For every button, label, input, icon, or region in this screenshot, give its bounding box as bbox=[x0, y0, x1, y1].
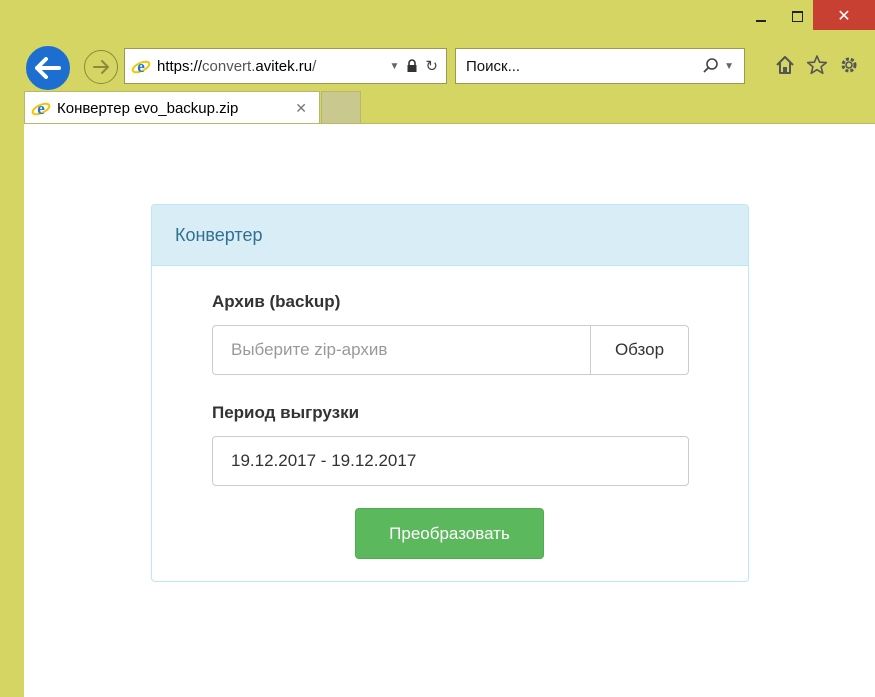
home-icon bbox=[776, 56, 794, 74]
address-dropdown-icon[interactable]: ▼ bbox=[390, 61, 400, 72]
page-content: Конвертер Архив (backup) Выберите zip-ар… bbox=[24, 123, 875, 697]
tab-converter[interactable]: e Конвертер evo_backup.zip ✕ bbox=[24, 91, 320, 124]
ie-favicon-icon: e bbox=[31, 99, 51, 118]
back-arrow-icon bbox=[35, 57, 61, 79]
url-path: / bbox=[312, 57, 317, 75]
forward-arrow-icon bbox=[93, 60, 109, 74]
convert-button[interactable]: Преобразовать bbox=[355, 508, 544, 559]
svg-text:e: e bbox=[137, 57, 145, 76]
favorites-button[interactable] bbox=[804, 52, 830, 78]
search-icon[interactable] bbox=[702, 57, 720, 75]
period-input[interactable]: 19.12.2017 - 19.12.2017 bbox=[212, 436, 689, 486]
archive-label: Архив (backup) bbox=[212, 292, 341, 311]
search-dropdown-icon[interactable]: ▼ bbox=[724, 61, 734, 72]
search-placeholder: Поиск... bbox=[466, 57, 521, 75]
url-subdomain: convert. bbox=[202, 57, 256, 75]
archive-file-input[interactable]: Выберите zip-архив bbox=[212, 325, 590, 375]
maximize-icon bbox=[791, 10, 803, 22]
converter-panel: Конвертер Архив (backup) Выберите zip-ар… bbox=[151, 204, 749, 582]
search-box[interactable]: Поиск... ▼ bbox=[455, 48, 745, 84]
panel-heading: Конвертер bbox=[152, 205, 748, 266]
settings-button[interactable] bbox=[836, 52, 862, 78]
star-icon bbox=[806, 55, 828, 75]
back-button[interactable] bbox=[24, 44, 72, 92]
forward-button[interactable] bbox=[84, 50, 118, 84]
close-icon: ✕ bbox=[837, 5, 851, 25]
minimize-icon bbox=[756, 20, 766, 22]
refresh-icon[interactable]: ↻ bbox=[425, 57, 438, 75]
url-host: avitek.ru bbox=[255, 57, 313, 75]
url-protocol: https:// bbox=[157, 57, 203, 75]
archive-file-group: Выберите zip-архив Обзор bbox=[212, 325, 689, 375]
new-tab-button[interactable] bbox=[321, 91, 361, 124]
gear-icon bbox=[841, 57, 857, 73]
tab-title: Конвертер evo_backup.zip bbox=[57, 99, 239, 117]
svg-text:e: e bbox=[37, 99, 45, 118]
address-bar[interactable]: e https://convert.avitek.ru/ ▼ ↻ bbox=[124, 48, 447, 84]
url-text: https://convert.avitek.ru/ bbox=[157, 58, 316, 75]
minimize-button[interactable] bbox=[741, 0, 781, 32]
browse-button[interactable]: Обзор bbox=[590, 325, 689, 375]
maximize-button[interactable] bbox=[781, 0, 813, 32]
home-button[interactable] bbox=[772, 52, 798, 78]
period-label: Период выгрузки bbox=[212, 403, 360, 422]
close-tab-icon[interactable]: ✕ bbox=[295, 100, 307, 117]
close-window-button[interactable]: ✕ bbox=[813, 0, 875, 30]
ie-favicon-icon: e bbox=[131, 57, 151, 76]
lock-icon[interactable] bbox=[405, 59, 419, 73]
